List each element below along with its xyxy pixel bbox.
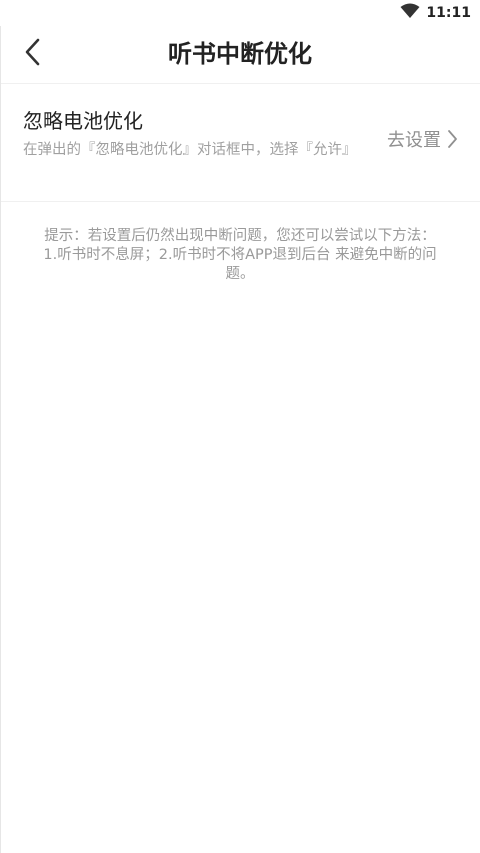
wifi-icon	[400, 3, 420, 23]
tip-line-1: 提示：若设置后仍然出现中断问题，您还可以尝试以下方法：	[44, 228, 436, 244]
tip-line-2: 1.听书时不息屏；2.听书时不将APP退到后台 来避免中断的问	[43, 247, 437, 263]
tip-line-3: 题。	[225, 266, 255, 282]
chevron-left-icon	[24, 38, 42, 70]
status-bar: 11:11	[0, 0, 480, 26]
tip-text: 提示：若设置后仍然出现中断问题，您还可以尝试以下方法： 1.听书时不息屏；2.听…	[20, 227, 460, 284]
page-title: 听书中断优化	[168, 40, 312, 68]
nav-bar: 听书中断优化	[0, 26, 480, 82]
go-settings-label: 去设置	[387, 130, 441, 151]
status-icons: 11:11	[400, 3, 471, 23]
status-time: 11:11	[426, 5, 471, 21]
chevron-right-icon	[447, 129, 458, 153]
left-edge	[0, 26, 1, 853]
go-settings-button[interactable]: 去设置	[387, 128, 458, 154]
back-button[interactable]	[14, 34, 52, 74]
setting-divider	[0, 201, 480, 202]
setting-title: 忽略电池优化	[23, 109, 143, 133]
setting-description: 在弹出的『忽略电池优化』对话框中，选择『允许』	[23, 142, 357, 158]
ignore-battery-optimization-row[interactable]: 忽略电池优化 在弹出的『忽略电池优化』对话框中，选择『允许』 去设置	[0, 84, 480, 200]
